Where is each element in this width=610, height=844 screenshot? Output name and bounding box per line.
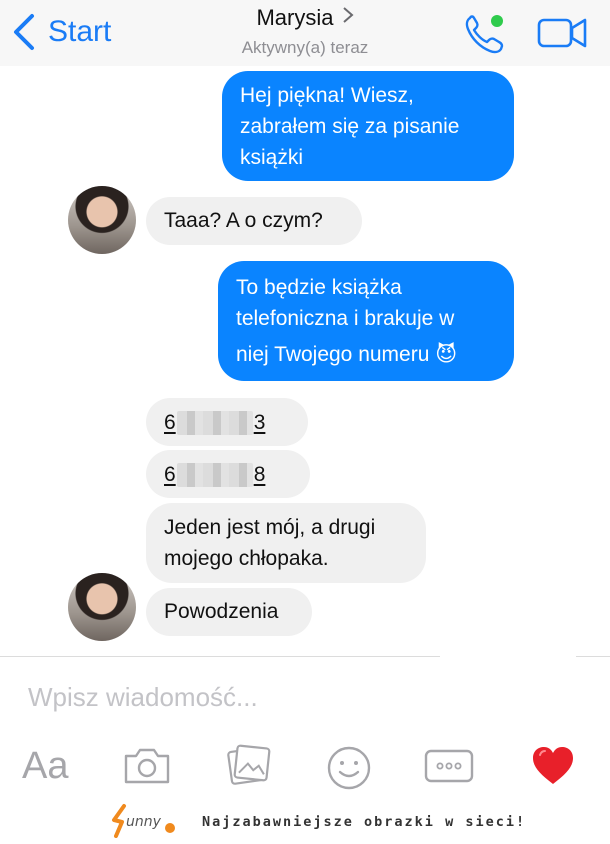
chevron-right-icon — [342, 3, 354, 31]
message-incoming-phone[interactable]: 68 — [146, 450, 310, 498]
contact-avatar[interactable] — [68, 186, 136, 254]
online-indicator — [491, 15, 503, 27]
watermark-slogan: Najzabawniejsze obrazki w sieci! — [202, 814, 527, 830]
contact-status: Aktywny(a) teraz — [241, 38, 369, 57]
emoji-icon[interactable] — [326, 745, 372, 791]
blurred-digits — [176, 410, 253, 435]
contact-name: Marysia — [256, 5, 334, 30]
message-incoming[interactable]: Jeden jest mój, a drugi mojego chłopaka. — [146, 503, 426, 583]
svg-text:unny: unny — [126, 814, 162, 830]
funny-logo: unny — [112, 804, 175, 838]
message-incoming-phone[interactable]: 63 — [146, 398, 308, 446]
video-camera-icon[interactable] — [536, 15, 588, 51]
phone-number-link[interactable]: 68 — [164, 459, 292, 490]
blurred-digits — [176, 462, 253, 487]
heart-icon[interactable] — [530, 745, 576, 787]
more-icon[interactable] — [424, 749, 474, 783]
contact-info[interactable]: Marysia Aktywny(a) teraz — [0, 3, 610, 60]
chat-header: Start Marysia Aktywny(a) teraz — [0, 0, 610, 66]
image-patch — [440, 642, 576, 712]
devil-emoji: 😈 — [435, 343, 458, 366]
message-incoming[interactable]: Powodzenia — [146, 588, 312, 636]
text-format-button[interactable]: Aa — [22, 742, 68, 790]
contact-avatar[interactable] — [68, 573, 136, 641]
gallery-icon[interactable] — [224, 742, 274, 788]
phone-number-link[interactable]: 63 — [164, 407, 290, 438]
message-input[interactable]: Wpisz wiadomość... — [28, 680, 258, 714]
phone-icon[interactable] — [462, 12, 508, 54]
camera-icon[interactable] — [122, 744, 172, 786]
message-incoming[interactable]: Taaa? A o czym? — [146, 197, 362, 245]
message-outgoing[interactable]: To będzie książka telefoniczna i brakuje… — [218, 261, 514, 381]
message-outgoing[interactable]: Hej piękna! Wiesz, zabrałem się za pisan… — [222, 71, 514, 181]
